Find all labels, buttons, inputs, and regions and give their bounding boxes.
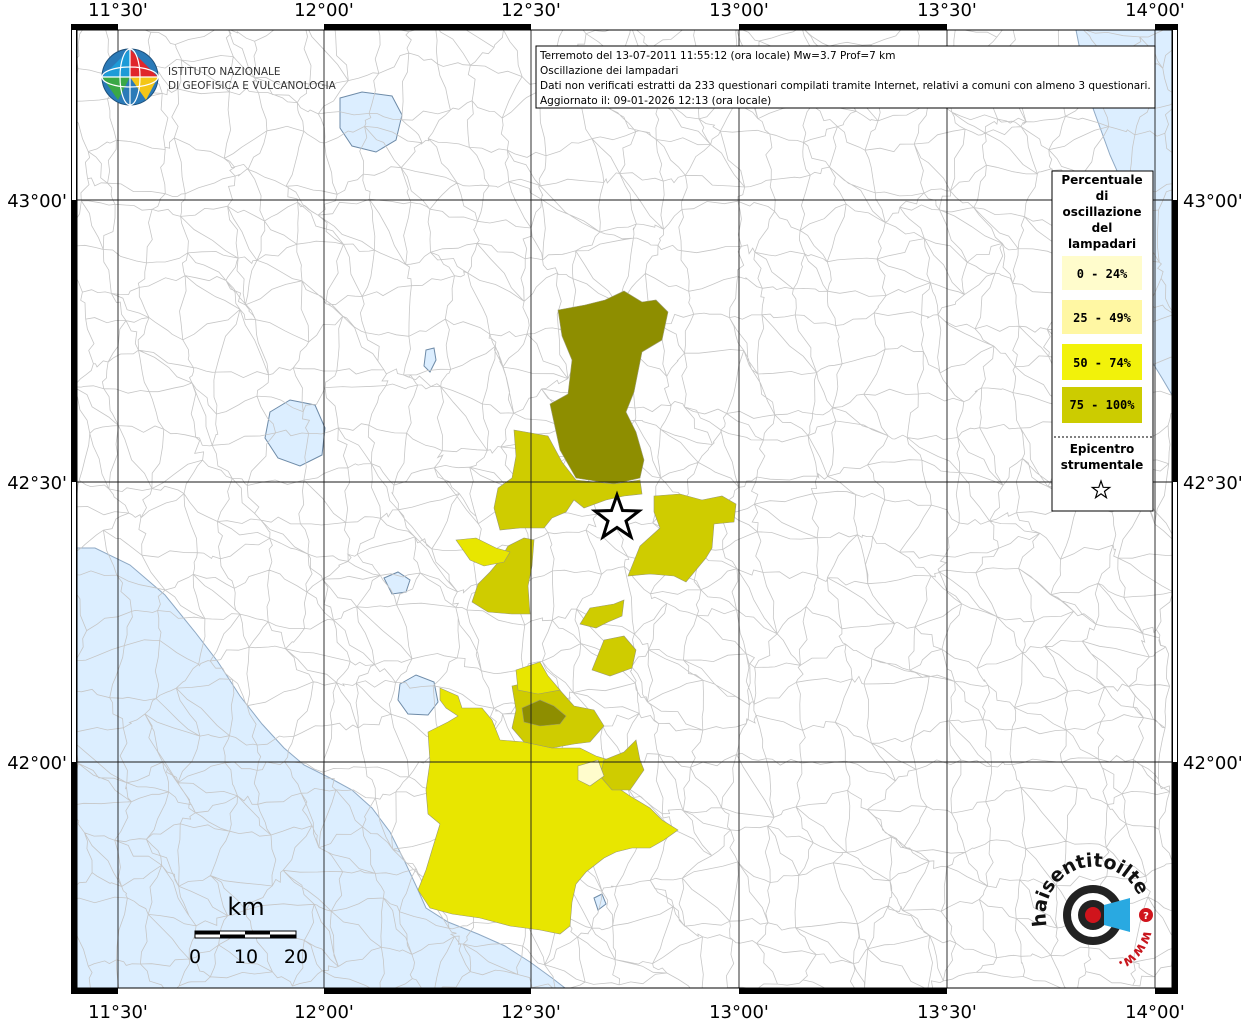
lon-label-top: 14°00' <box>1125 0 1185 21</box>
scale-label-0: 0 <box>189 946 201 968</box>
lat-label-left: 43°00' <box>7 191 67 212</box>
ingv-name-line2: DI GEOFISICA E VULCANOLOGIA <box>168 80 337 92</box>
longitude-labels-top: 11°30' 12°00' 12°30' 13°00' 13°30' 14°00… <box>88 0 1185 21</box>
legend-epicenter-line: Epicentro <box>1070 442 1135 456</box>
lon-label-top: 13°00' <box>709 0 769 21</box>
data-disclaimer: Dati non verificati estratti da 233 ques… <box>540 80 1151 92</box>
lat-label-right: 43°00' <box>1183 191 1243 212</box>
lat-label-right: 42°30' <box>1183 473 1243 494</box>
lon-label-top: 12°30' <box>501 0 561 21</box>
lon-label-bottom: 12°00' <box>294 1002 354 1023</box>
lon-label-bottom: 13°00' <box>709 1002 769 1023</box>
ingv-name-line1: ISTITUTO NAZIONALE <box>168 66 281 78</box>
legend-epicenter-line: strumentale <box>1061 458 1144 472</box>
legend-title-line: lampadari <box>1068 237 1136 251</box>
map-area <box>77 30 1172 988</box>
legend-title-line: Percentuale <box>1061 173 1142 187</box>
lon-label-top: 11°30' <box>88 0 148 21</box>
lat-label-right: 42°00' <box>1183 753 1243 774</box>
update-timestamp: Aggiornato il: 09-01-2026 12:13 (ora loc… <box>540 95 771 107</box>
lon-label-bottom: 11°30' <box>88 1002 148 1023</box>
longitude-labels-bottom: 11°30' 12°00' 12°30' 13°00' 13°30' 14°00… <box>88 1002 1185 1023</box>
lon-label-bottom: 13°30' <box>917 1002 977 1023</box>
map-figure: 11°30' 12°00' 12°30' 13°00' 13°30' 14°00… <box>0 0 1243 1023</box>
legend-title-line: oscillazione <box>1063 205 1142 219</box>
legend-label-0-24: 0 - 24% <box>1077 267 1128 281</box>
svg-text:?: ? <box>1143 911 1149 922</box>
lat-label-left: 42°30' <box>7 473 67 494</box>
legend-title-line: di <box>1096 189 1109 203</box>
legend-label-75-100: 75 - 100% <box>1069 398 1135 412</box>
scale-label-20: 20 <box>284 946 308 968</box>
lat-label-left: 42°00' <box>7 753 67 774</box>
legend: Percentuale di oscillazione del lampadar… <box>1051 170 1154 512</box>
map-subject: Oscillazione dei lampadari <box>540 65 678 77</box>
lon-label-top: 12°00' <box>294 0 354 21</box>
lon-label-top: 13°30' <box>917 0 977 21</box>
latitude-labels-right: 43°00' 42°30' 42°00' <box>1183 191 1243 774</box>
legend-label-50-74: 50 - 74% <box>1073 356 1132 370</box>
lon-label-bottom: 12°30' <box>501 1002 561 1023</box>
event-info-box: Terremoto del 13-07-2011 11:55:12 (ora l… <box>535 45 1156 109</box>
lon-label-bottom: 14°00' <box>1125 1002 1185 1023</box>
legend-label-25-49: 25 - 49% <box>1073 311 1132 325</box>
event-title: Terremoto del 13-07-2011 11:55:12 (ora l… <box>539 50 895 62</box>
legend-title-line: del <box>1092 221 1113 235</box>
scale-label-10: 10 <box>234 946 258 968</box>
scale-unit: km <box>227 893 264 921</box>
latitude-labels-left: 43°00' 42°30' 42°00' <box>7 191 67 774</box>
